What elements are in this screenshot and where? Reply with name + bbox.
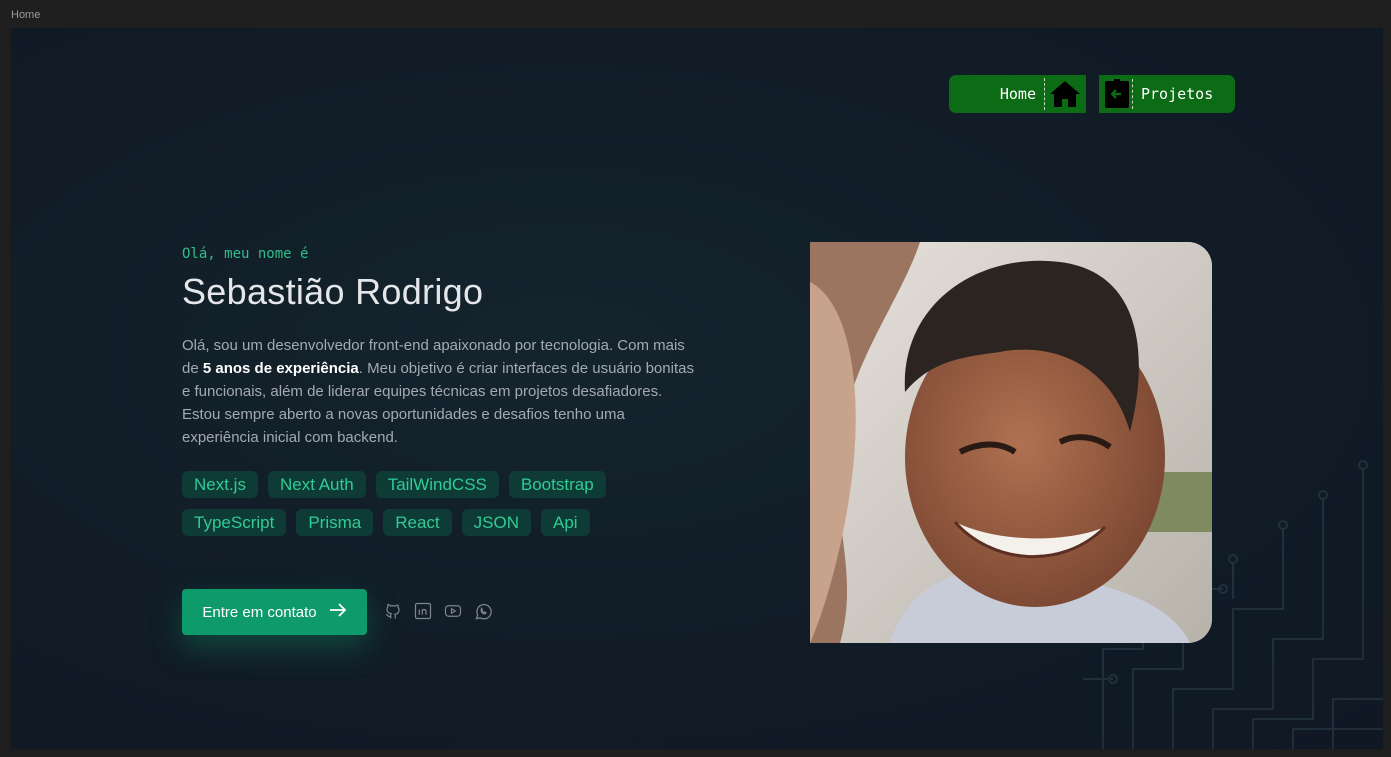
window-title: Home <box>0 0 1391 28</box>
greeting-text: Olá, meu nome é <box>182 246 309 262</box>
whatsapp-icon[interactable] <box>473 601 493 621</box>
nav-home-label: Home <box>999 85 1036 103</box>
skill-tag: Next Auth <box>267 471 366 498</box>
contact-button[interactable]: Entre em contato <box>182 589 367 635</box>
skill-tag: Bootstrap <box>508 471 606 498</box>
page-frame: Home Projetos Olá, meu nome é Sebastião … <box>11 28 1383 749</box>
bio-highlight: 5 anos de experiência <box>202 360 359 377</box>
nav-projects-label: Projetos <box>1141 85 1214 103</box>
skill-tag: Next.js <box>182 471 258 498</box>
nav-projects-button[interactable]: Projetos <box>1099 75 1235 113</box>
social-links <box>383 601 493 621</box>
linkedin-icon[interactable] <box>413 601 433 621</box>
skill-tag: JSON <box>461 509 531 536</box>
skill-tag: Api <box>540 509 590 536</box>
arrow-right-icon <box>329 603 347 621</box>
hero-bio: Olá, sou um desenvolvedor front-end apai… <box>182 334 702 449</box>
nav-home-button[interactable]: Home <box>949 75 1086 113</box>
skill-tag: Prisma <box>296 509 374 536</box>
profile-photo <box>810 242 1212 643</box>
youtube-icon[interactable] <box>443 601 463 621</box>
back-arrow-icon <box>1103 79 1133 109</box>
skill-tag: TypeScript <box>182 509 287 536</box>
github-icon[interactable] <box>383 601 403 621</box>
top-nav: Home Projetos <box>949 75 1235 113</box>
contact-button-label: Entre em contato <box>202 603 317 621</box>
skill-tag: TailWindCSS <box>375 471 499 498</box>
hero-name: Sebastião Rodrigo <box>182 271 484 312</box>
skill-tags: Next.js Next Auth TailWindCSS Bootstrap … <box>182 471 652 536</box>
home-icon <box>1044 78 1084 110</box>
skill-tag: React <box>383 509 452 536</box>
